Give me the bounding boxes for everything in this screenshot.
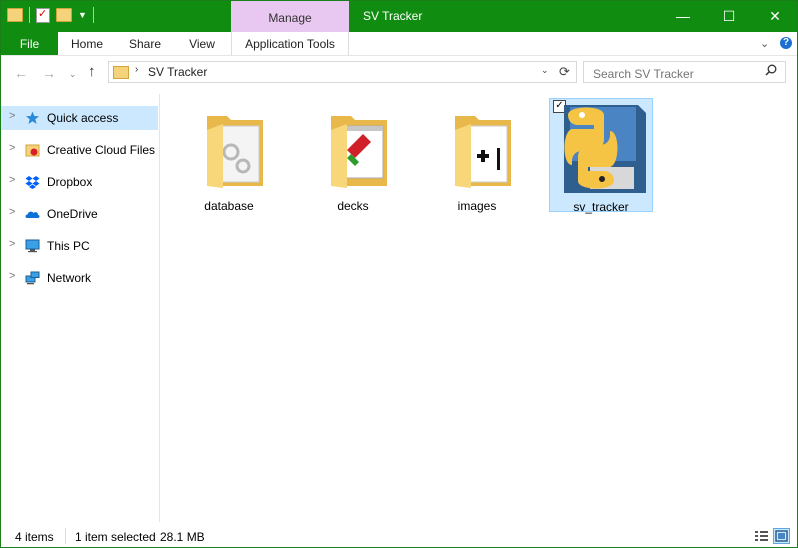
status-size: 28.1 MB bbox=[160, 530, 205, 544]
file-list: database decks images ✓ sv_tracker bbox=[161, 94, 797, 522]
chevron-right-icon[interactable]: > bbox=[9, 206, 15, 218]
nav-item-network[interactable]: > Network bbox=[1, 266, 158, 290]
chevron-right-icon[interactable]: > bbox=[9, 174, 15, 186]
search-icon bbox=[765, 64, 777, 79]
tab-view[interactable]: View bbox=[179, 32, 225, 55]
chevron-right-icon[interactable]: > bbox=[9, 238, 15, 250]
up-button[interactable]: ↑ bbox=[88, 63, 96, 80]
expand-ribbon-chevron-down-icon[interactable]: ⌄ bbox=[760, 37, 769, 50]
maximize-button[interactable]: ☐ bbox=[706, 1, 752, 32]
nav-item-label: This PC bbox=[47, 239, 90, 253]
nav-item-creative-cloud-files[interactable]: > Creative Cloud Files bbox=[1, 138, 158, 162]
chevron-right-icon[interactable]: > bbox=[9, 110, 15, 122]
chevron-right-icon[interactable]: > bbox=[9, 270, 15, 282]
file-item-decks[interactable]: decks bbox=[301, 98, 405, 212]
file-item-sv-tracker[interactable]: ✓ sv_tracker bbox=[549, 98, 653, 214]
help-icon[interactable]: ? bbox=[780, 37, 792, 49]
nav-item-label: Creative Cloud Files bbox=[47, 143, 156, 157]
status-bar: 4 items 1 item selected 28.1 MB bbox=[1, 525, 797, 547]
computer-icon bbox=[25, 239, 40, 253]
large-icons-view-button[interactable] bbox=[773, 528, 790, 544]
breadcrumb-sv-tracker[interactable]: SV Tracker bbox=[148, 65, 207, 79]
nav-item-label: OneDrive bbox=[47, 207, 98, 221]
nav-item-dropbox[interactable]: > Dropbox bbox=[1, 170, 158, 194]
file-item-database[interactable]: database bbox=[177, 98, 281, 212]
properties-icon[interactable] bbox=[36, 7, 50, 23]
window-title: SV Tracker bbox=[363, 9, 423, 23]
explorer-window: ▼ Manage SV Tracker — ☐ ✕ File Home Shar… bbox=[0, 0, 798, 548]
tab-share[interactable]: Share bbox=[121, 32, 169, 55]
recent-locations-chevron-down-icon[interactable]: ⌄ bbox=[69, 69, 77, 80]
file-item-label: decks bbox=[337, 199, 369, 213]
large-icons-view-icon bbox=[775, 530, 788, 542]
nav-item-this-pc[interactable]: > This PC bbox=[1, 234, 158, 258]
search-input[interactable] bbox=[583, 61, 786, 83]
nav-item-quick-access[interactable]: > Quick access bbox=[1, 106, 158, 130]
minimize-button[interactable]: — bbox=[660, 1, 706, 32]
customize-qat-chevron-down-icon[interactable]: ▼ bbox=[78, 10, 87, 20]
details-view-button[interactable] bbox=[753, 528, 770, 544]
address-toolbar: ← → ⌄ ↑ › SV Tracker ⌄ ⟳ bbox=[1, 59, 797, 87]
title-bar: ▼ Manage SV Tracker — ☐ ✕ bbox=[1, 1, 797, 32]
navigation-pane: > Quick access > Creative Cloud Files > … bbox=[1, 94, 160, 522]
nav-item-label: Dropbox bbox=[47, 175, 93, 189]
folder-icon bbox=[113, 66, 129, 79]
nav-item-label: Network bbox=[47, 271, 92, 285]
file-item-label: images bbox=[457, 199, 497, 213]
quick-access-toolbar: ▼ bbox=[7, 7, 94, 23]
file-item-images[interactable]: images bbox=[425, 98, 529, 212]
close-button[interactable]: ✕ bbox=[752, 1, 798, 32]
folder-icon[interactable] bbox=[7, 8, 23, 22]
forward-button[interactable]: → bbox=[42, 65, 56, 81]
folder-icon bbox=[331, 116, 387, 188]
file-item-label: sv_tracker bbox=[573, 200, 629, 214]
status-selection: 1 item selected bbox=[75, 530, 156, 544]
status-item-count: 4 items bbox=[15, 530, 54, 544]
network-icon bbox=[25, 271, 40, 285]
details-view-icon bbox=[755, 531, 768, 541]
onedrive-icon bbox=[25, 207, 40, 221]
folder-icon bbox=[207, 116, 263, 188]
address-bar[interactable]: › SV Tracker ⌄ ⟳ bbox=[108, 61, 577, 83]
chevron-right-icon[interactable]: > bbox=[9, 142, 15, 154]
breadcrumb-separator[interactable]: › bbox=[135, 64, 138, 75]
star-icon bbox=[25, 111, 40, 125]
file-item-label: database bbox=[204, 199, 254, 213]
nav-item-onedrive[interactable]: > OneDrive bbox=[1, 202, 158, 226]
new-folder-icon[interactable] bbox=[56, 8, 72, 22]
tab-manage[interactable]: Manage bbox=[231, 1, 349, 32]
nav-item-label: Quick access bbox=[47, 111, 119, 125]
creative-cloud-icon bbox=[25, 143, 40, 157]
tab-file[interactable]: File bbox=[1, 32, 58, 55]
address-chevron-down-icon[interactable]: ⌄ bbox=[541, 65, 549, 76]
status-separator bbox=[65, 528, 66, 544]
python-file-icon bbox=[564, 105, 646, 193]
qat-separator bbox=[29, 7, 30, 23]
folder-icon bbox=[455, 116, 511, 188]
ribbon-tabs: File Home Share View Application Tools ⌄… bbox=[1, 32, 797, 56]
qat-separator bbox=[92, 7, 94, 23]
dropbox-icon bbox=[25, 175, 40, 189]
tab-home[interactable]: Home bbox=[63, 32, 111, 55]
tab-application-tools[interactable]: Application Tools bbox=[231, 32, 349, 55]
back-button[interactable]: ← bbox=[14, 65, 28, 81]
refresh-button[interactable]: ⟳ bbox=[559, 64, 570, 80]
